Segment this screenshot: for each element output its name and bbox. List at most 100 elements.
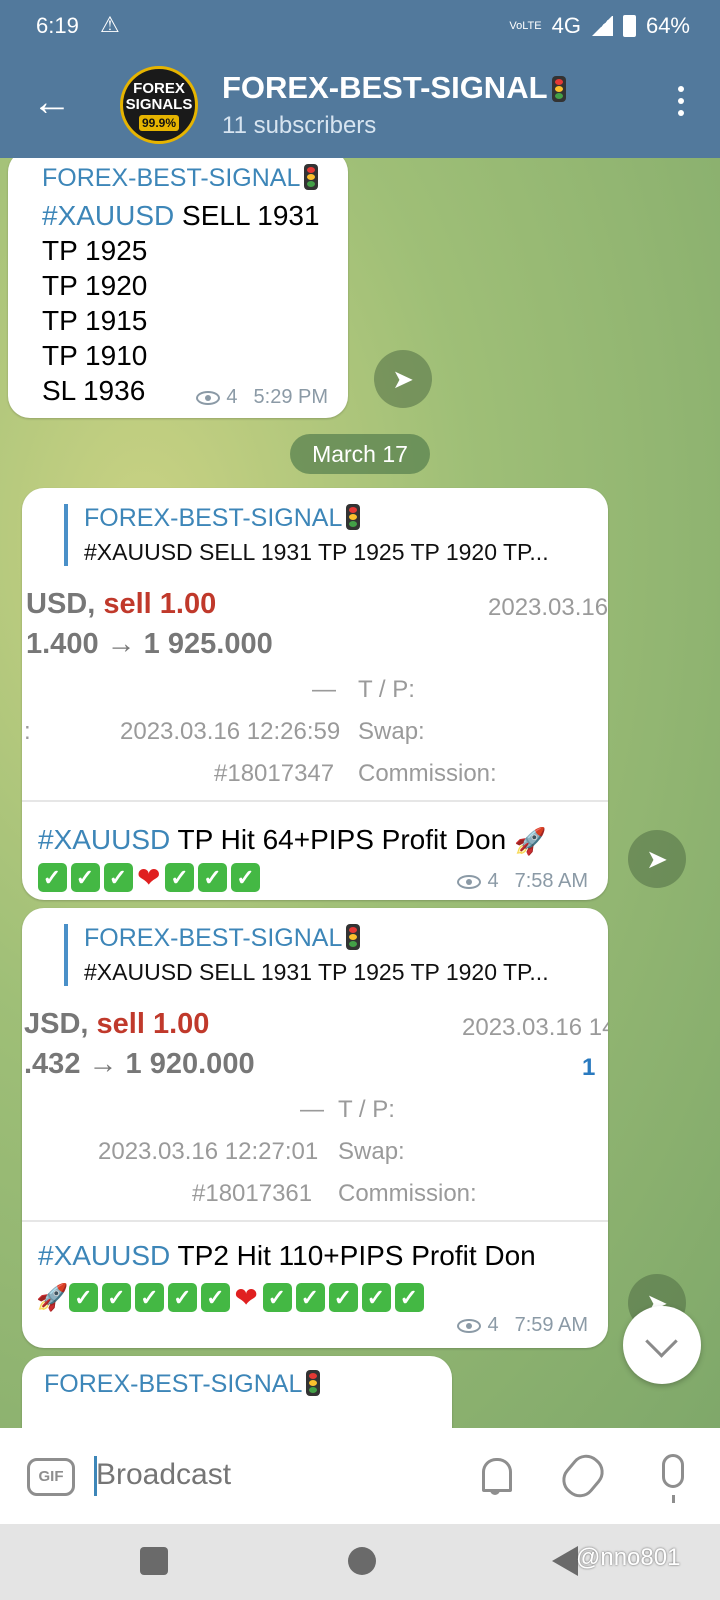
ticket-number: #18017361 xyxy=(192,1180,313,1207)
commission-label: Commission: xyxy=(358,760,497,787)
traffic-light-icon xyxy=(306,1370,321,1396)
screenshot-image[interactable]: JSD, sell 1.00 2023.03.16 14 .432 → 1 92… xyxy=(22,1000,608,1222)
traffic-light-icon xyxy=(346,924,361,950)
sender-name: FOREX-BEST-SIGNAL xyxy=(84,924,343,952)
back-arrow-icon[interactable]: ← xyxy=(32,82,72,122)
sender-name: FOREX-BEST-SIGNAL xyxy=(42,164,301,192)
trade-dash: — xyxy=(312,676,336,703)
hashtag-link[interactable]: #XAUUSD xyxy=(38,824,170,855)
message-bubble[interactable]: FOREX-BEST-SIGNAL xyxy=(22,1356,452,1428)
sender-name: FOREX-BEST-SIGNAL xyxy=(84,504,343,532)
trade-colon: : xyxy=(24,718,31,745)
avatar-line3: 99.9% xyxy=(138,115,180,131)
check-icon: ✓ xyxy=(231,862,261,892)
date-divider: March 17 xyxy=(290,434,430,474)
more-vertical-icon[interactable] xyxy=(678,86,686,122)
check-icon: ✓ xyxy=(328,1282,358,1312)
rocket-icon: 🚀 xyxy=(36,1281,70,1312)
message-text: #XAUUSD TP2 Hit 110+PIPS Profit Don xyxy=(38,1238,536,1273)
message-meta: 4 7:58 AM xyxy=(457,870,588,893)
hashtag-link[interactable]: #XAUUSD xyxy=(38,1240,170,1271)
battery-icon xyxy=(622,15,636,37)
message-time: 7:59 AM xyxy=(514,1314,588,1336)
screenshot-image[interactable]: USD, sell 1.00 2023.03.16 12 1.400 → 1 9… xyxy=(22,580,608,802)
scroll-down-button[interactable] xyxy=(623,1306,701,1384)
emoji-row: ✓ ✓ ✓ ❤ ✓ ✓ ✓ xyxy=(38,860,264,894)
check-icon: ✓ xyxy=(295,1282,325,1312)
eye-icon xyxy=(457,874,482,889)
text-line: TP 1920 xyxy=(42,270,148,301)
tp-label: T / P: xyxy=(358,676,415,703)
battery-percent: 64% xyxy=(645,13,690,38)
trade-price: 1.400 → 1 925.000 xyxy=(26,628,273,660)
view-count: 4 xyxy=(487,870,499,892)
text-line: TP 1915 xyxy=(42,305,148,336)
message-time: 7:58 AM xyxy=(514,870,588,892)
signal-icon xyxy=(590,16,613,36)
check-icon: ✓ xyxy=(201,1282,231,1312)
microphone-icon[interactable] xyxy=(662,1454,684,1503)
trade-symbol: USD, xyxy=(26,588,96,620)
traffic-light-icon xyxy=(346,504,361,530)
trade-dash: — xyxy=(300,1096,324,1123)
check-icon: ✓ xyxy=(71,862,100,892)
paperclip-icon[interactable] xyxy=(555,1448,611,1504)
status-icons: VoLTE 4G 64% xyxy=(509,13,690,39)
tp-label: T / P: xyxy=(338,1096,395,1123)
check-icon: ✓ xyxy=(38,862,67,892)
check-icon: ✓ xyxy=(102,1282,132,1312)
trade-symbol: JSD, xyxy=(24,1008,89,1040)
emoji-row: 🚀 ✓ ✓ ✓ ✓ ✓ ❤ ✓ ✓ ✓ ✓ ✓ xyxy=(36,1280,428,1314)
status-bar: 6:19 ⚠ VoLTE 4G 64% xyxy=(0,0,720,52)
watermark: @nno801 xyxy=(576,1544,681,1571)
message-meta: 4 5:29 PM xyxy=(196,386,328,409)
broadcast-input[interactable] xyxy=(96,1458,436,1492)
trade-date-right: 2023.03.16 12 xyxy=(488,594,608,621)
channel-avatar[interactable]: FOREX SIGNALS 99.9% xyxy=(120,66,198,144)
back-button[interactable] xyxy=(552,1546,578,1576)
message-bubble[interactable]: FOREX-BEST-SIGNAL #XAUUSD SELL 1931 TP 1… xyxy=(8,158,348,418)
warning-icon: ⚠ xyxy=(100,12,120,37)
avatar-line2: SIGNALS xyxy=(125,96,193,113)
check-icon: ✓ xyxy=(165,862,195,892)
channel-title-text: FOREX-BEST-SIGNAL xyxy=(222,70,548,105)
heart-icon: ❤ xyxy=(234,1281,259,1313)
avatar-line1: FOREX xyxy=(133,80,185,97)
swap-label: Swap: xyxy=(358,718,425,745)
sender-name: FOREX-BEST-SIGNAL xyxy=(44,1370,303,1398)
reply-text: #XAUUSD SELL 1931 TP 1925 TP 1920 TP... xyxy=(84,539,549,565)
chat-area[interactable]: FOREX-BEST-SIGNAL #XAUUSD SELL 1931 TP 1… xyxy=(0,158,720,1428)
clock: 6:19 xyxy=(36,13,79,38)
trade-header: JSD, sell 1.00 xyxy=(24,1008,209,1041)
text-line: TP Hit 64+PIPS Profit Don xyxy=(170,824,507,855)
subscriber-count: 11 subscribers xyxy=(222,112,377,139)
text-line: TP 1925 xyxy=(42,235,148,266)
share-arrow-icon[interactable]: ➤ xyxy=(628,830,686,888)
bell-icon[interactable] xyxy=(478,1456,514,1495)
reply-sender: FOREX-BEST-SIGNAL xyxy=(84,504,604,533)
text-line: TP2 Hit 110+PIPS Profit Don xyxy=(170,1240,536,1271)
eye-icon xyxy=(196,390,221,405)
message-meta: 4 7:59 AM xyxy=(457,1314,588,1337)
traffic-light-icon xyxy=(551,76,566,102)
reply-preview[interactable]: FOREX-BEST-SIGNAL #XAUUSD SELL 1931 TP 1… xyxy=(64,924,604,986)
reply-sender: FOREX-BEST-SIGNAL xyxy=(84,924,604,953)
channel-title[interactable]: FOREX-BEST-SIGNAL xyxy=(222,70,566,106)
message-text: #XAUUSD SELL 1931 TP 1925 TP 1920 TP 191… xyxy=(42,198,320,408)
hashtag-link[interactable]: #XAUUSD xyxy=(42,200,174,231)
chat-header: ← FOREX SIGNALS 99.9% FOREX-BEST-SIGNAL … xyxy=(0,52,720,158)
home-button[interactable] xyxy=(348,1547,376,1575)
check-icon: ✓ xyxy=(168,1282,198,1312)
recents-button[interactable] xyxy=(140,1547,168,1575)
trade-action: sell 1.00 xyxy=(103,588,217,620)
share-arrow-icon[interactable]: ➤ xyxy=(374,350,432,408)
check-icon: ✓ xyxy=(69,1282,99,1312)
reply-preview[interactable]: FOREX-BEST-SIGNAL #XAUUSD SELL 1931 TP 1… xyxy=(64,504,604,566)
message-text: #XAUUSD TP Hit 64+PIPS Profit Don 🚀 xyxy=(38,822,546,859)
network-type: 4G xyxy=(551,13,581,38)
heart-icon: ❤ xyxy=(137,861,162,893)
message-bubble[interactable]: FOREX-BEST-SIGNAL #XAUUSD SELL 1931 TP 1… xyxy=(22,908,608,1348)
gif-icon[interactable]: GIF xyxy=(27,1458,75,1496)
message-bubble[interactable]: FOREX-BEST-SIGNAL #XAUUSD SELL 1931 TP 1… xyxy=(22,488,608,900)
volte-icon: VoLTE xyxy=(509,19,542,32)
